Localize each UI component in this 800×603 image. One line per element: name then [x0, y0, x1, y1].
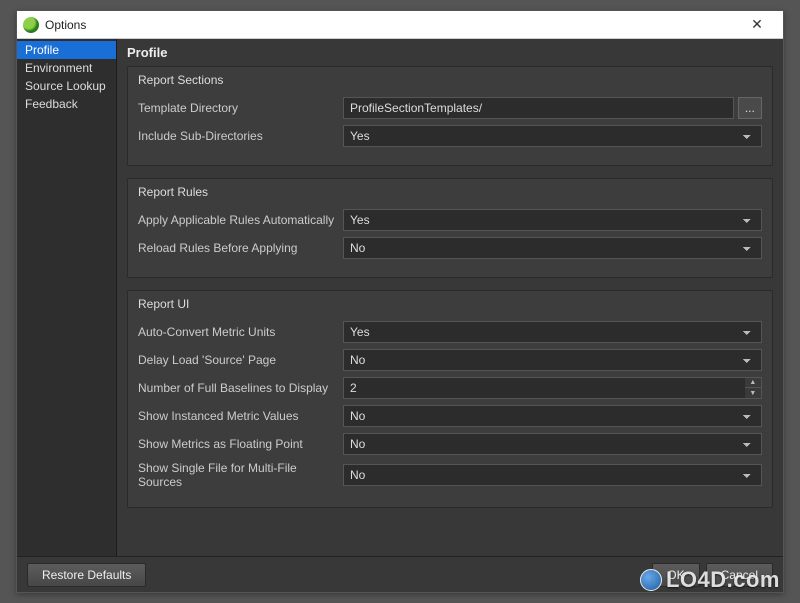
chevron-down-icon[interactable]: ▼	[745, 388, 761, 398]
group-title-report-sections: Report Sections	[138, 73, 762, 87]
label-template-directory: Template Directory	[138, 101, 343, 115]
browse-button[interactable]: ...	[738, 97, 762, 119]
group-report-rules: Report Rules Apply Applicable Rules Auto…	[127, 178, 773, 278]
row-show-single: Show Single File for Multi-File Sources …	[138, 461, 762, 489]
app-icon	[23, 17, 39, 33]
globe-icon	[640, 569, 662, 591]
select-reload-before[interactable]: YesNo	[343, 237, 762, 259]
chevron-up-icon[interactable]: ▲	[745, 378, 761, 388]
row-include-subdirs: Include Sub-Directories YesNo	[138, 125, 762, 147]
group-title-report-ui: Report UI	[138, 297, 762, 311]
select-include-subdirs[interactable]: YesNo	[343, 125, 762, 147]
page-title: Profile	[127, 45, 773, 60]
select-apply-auto[interactable]: YesNo	[343, 209, 762, 231]
sidebar-item-source-lookup[interactable]: Source Lookup	[17, 77, 116, 95]
row-show-floating: Show Metrics as Floating Point YesNo	[138, 433, 762, 455]
select-show-instanced[interactable]: YesNo	[343, 405, 762, 427]
group-report-ui: Report UI Auto-Convert Metric Units YesN…	[127, 290, 773, 508]
label-apply-auto: Apply Applicable Rules Automatically	[138, 213, 343, 227]
row-template-directory: Template Directory ...	[138, 97, 762, 119]
options-window: Options ✕ Profile Environment Source Loo…	[16, 10, 784, 593]
row-apply-auto: Apply Applicable Rules Automatically Yes…	[138, 209, 762, 231]
label-show-single: Show Single File for Multi-File Sources	[138, 461, 343, 489]
titlebar: Options ✕	[17, 11, 783, 39]
input-num-baselines[interactable]	[343, 377, 745, 399]
sidebar: Profile Environment Source Lookup Feedba…	[17, 39, 117, 556]
row-num-baselines: Number of Full Baselines to Display ▲ ▼	[138, 377, 762, 399]
close-icon[interactable]: ✕	[737, 11, 777, 38]
row-show-instanced: Show Instanced Metric Values YesNo	[138, 405, 762, 427]
row-reload-before: Reload Rules Before Applying YesNo	[138, 237, 762, 259]
row-delay-source: Delay Load 'Source' Page YesNo	[138, 349, 762, 371]
label-include-subdirs: Include Sub-Directories	[138, 129, 343, 143]
watermark: LO4D.com	[640, 567, 780, 593]
label-num-baselines: Number of Full Baselines to Display	[138, 381, 343, 395]
select-delay-source[interactable]: YesNo	[343, 349, 762, 371]
spinner-num-baselines[interactable]: ▲ ▼	[745, 377, 762, 399]
sidebar-item-environment[interactable]: Environment	[17, 59, 116, 77]
select-show-single[interactable]: YesNo	[343, 464, 762, 486]
window-title: Options	[45, 18, 737, 32]
select-show-floating[interactable]: YesNo	[343, 433, 762, 455]
select-auto-convert[interactable]: YesNo	[343, 321, 762, 343]
window-body: Profile Environment Source Lookup Feedba…	[17, 39, 783, 556]
label-reload-before: Reload Rules Before Applying	[138, 241, 343, 255]
watermark-text: LO4D.com	[666, 567, 780, 593]
group-report-sections: Report Sections Template Directory ... I…	[127, 66, 773, 166]
label-show-floating: Show Metrics as Floating Point	[138, 437, 343, 451]
restore-defaults-button[interactable]: Restore Defaults	[27, 563, 146, 587]
label-delay-source: Delay Load 'Source' Page	[138, 353, 343, 367]
sidebar-item-profile[interactable]: Profile	[17, 41, 116, 59]
label-show-instanced: Show Instanced Metric Values	[138, 409, 343, 423]
sidebar-item-feedback[interactable]: Feedback	[17, 95, 116, 113]
group-title-report-rules: Report Rules	[138, 185, 762, 199]
main-panel: Profile Report Sections Template Directo…	[117, 39, 783, 556]
label-auto-convert: Auto-Convert Metric Units	[138, 325, 343, 339]
input-template-directory[interactable]	[343, 97, 734, 119]
row-auto-convert: Auto-Convert Metric Units YesNo	[138, 321, 762, 343]
